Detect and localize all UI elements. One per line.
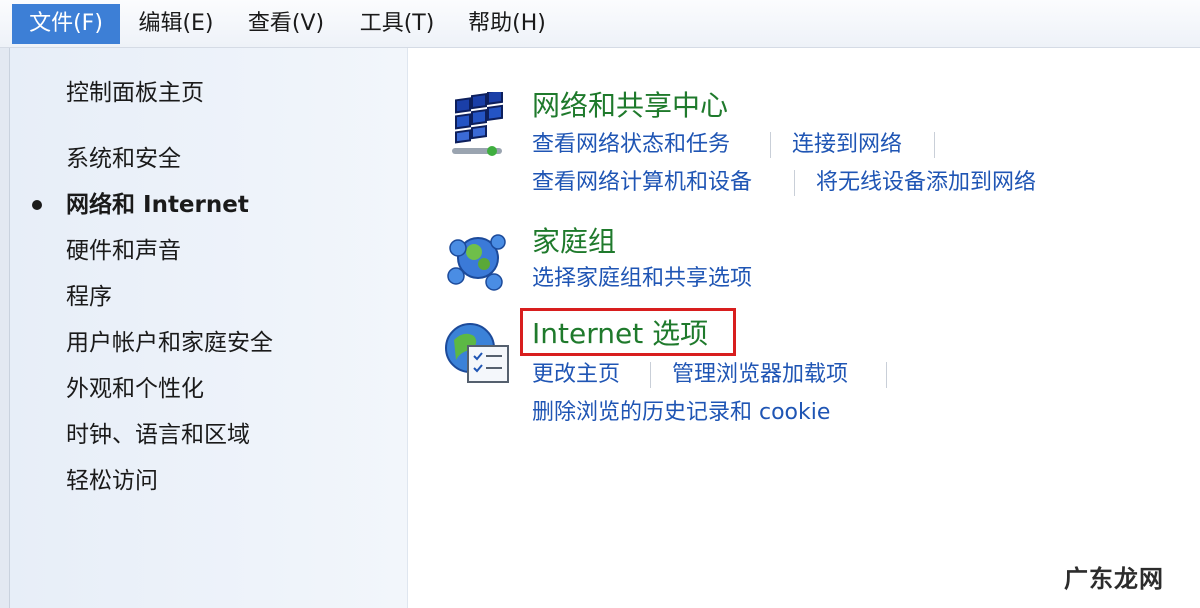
network-icon (452, 92, 503, 156)
menu-tools[interactable]: 工具(T) (348, 4, 446, 44)
link-manage-addons[interactable]: 管理浏览器加载项 (672, 360, 848, 390)
link-separator (794, 170, 795, 196)
sidebar-item-control-panel-home[interactable]: 控制面板主页 (66, 78, 204, 108)
link-separator (886, 362, 887, 388)
sidebar-item-ease-of-access[interactable]: 轻松访问 (66, 466, 158, 496)
link-homegroup-sharing[interactable]: 选择家庭组和共享选项 (532, 264, 752, 294)
watermark: 广东龙网 (1064, 564, 1164, 593)
sidebar-item-hardware-sound[interactable]: 硬件和声音 (66, 236, 181, 266)
sidebar-item-system-security[interactable]: 系统和安全 (66, 144, 181, 174)
category-title-network-sharing[interactable]: 网络和共享中心 (532, 88, 728, 124)
menu-view[interactable]: 查看(V) (236, 4, 336, 44)
link-connect-to-network[interactable]: 连接到网络 (792, 130, 902, 160)
link-separator (770, 132, 771, 158)
link-view-network-computers[interactable]: 查看网络计算机和设备 (532, 168, 752, 198)
menu-edit[interactable]: 编辑(E) (128, 4, 224, 44)
window-frame (0, 48, 10, 608)
sidebar-item-appearance[interactable]: 外观和个性化 (66, 374, 204, 404)
menu-file[interactable]: 文件(F) (12, 4, 120, 44)
menu-help[interactable]: 帮助(H) (458, 4, 556, 44)
link-delete-browsing-history[interactable]: 删除浏览的历史记录和 cookie (532, 398, 830, 428)
sidebar-item-clock-language-region[interactable]: 时钟、语言和区域 (66, 420, 250, 450)
link-change-homepage[interactable]: 更改主页 (532, 360, 620, 390)
sidebar-item-user-accounts[interactable]: 用户帐户和家庭安全 (66, 328, 273, 358)
sidebar-item-network-internet[interactable]: 网络和 Internet (66, 190, 249, 220)
current-category-bullet (32, 200, 42, 210)
link-separator (934, 132, 935, 158)
link-view-network-status[interactable]: 查看网络状态和任务 (532, 130, 730, 160)
link-separator (650, 362, 651, 388)
sidebar-item-programs[interactable]: 程序 (66, 282, 112, 312)
menu-bar: 文件(F) 编辑(E) 查看(V) 工具(T) 帮助(H) (0, 0, 1200, 48)
main-content: 网络和共享中心 查看网络状态和任务 连接到网络 查看网络计算机和设备 将无线设备… (408, 48, 1200, 608)
sidebar: 控制面板主页 系统和安全 网络和 Internet 硬件和声音 程序 用户帐户和… (10, 48, 408, 608)
internet-options-icon (445, 323, 509, 383)
category-title-homegroup[interactable]: 家庭组 (532, 224, 616, 260)
link-add-wireless-device[interactable]: 将无线设备添加到网络 (816, 168, 1036, 198)
category-title-internet-options[interactable]: Internet 选项 (532, 316, 708, 352)
homegroup-icon (447, 234, 506, 291)
